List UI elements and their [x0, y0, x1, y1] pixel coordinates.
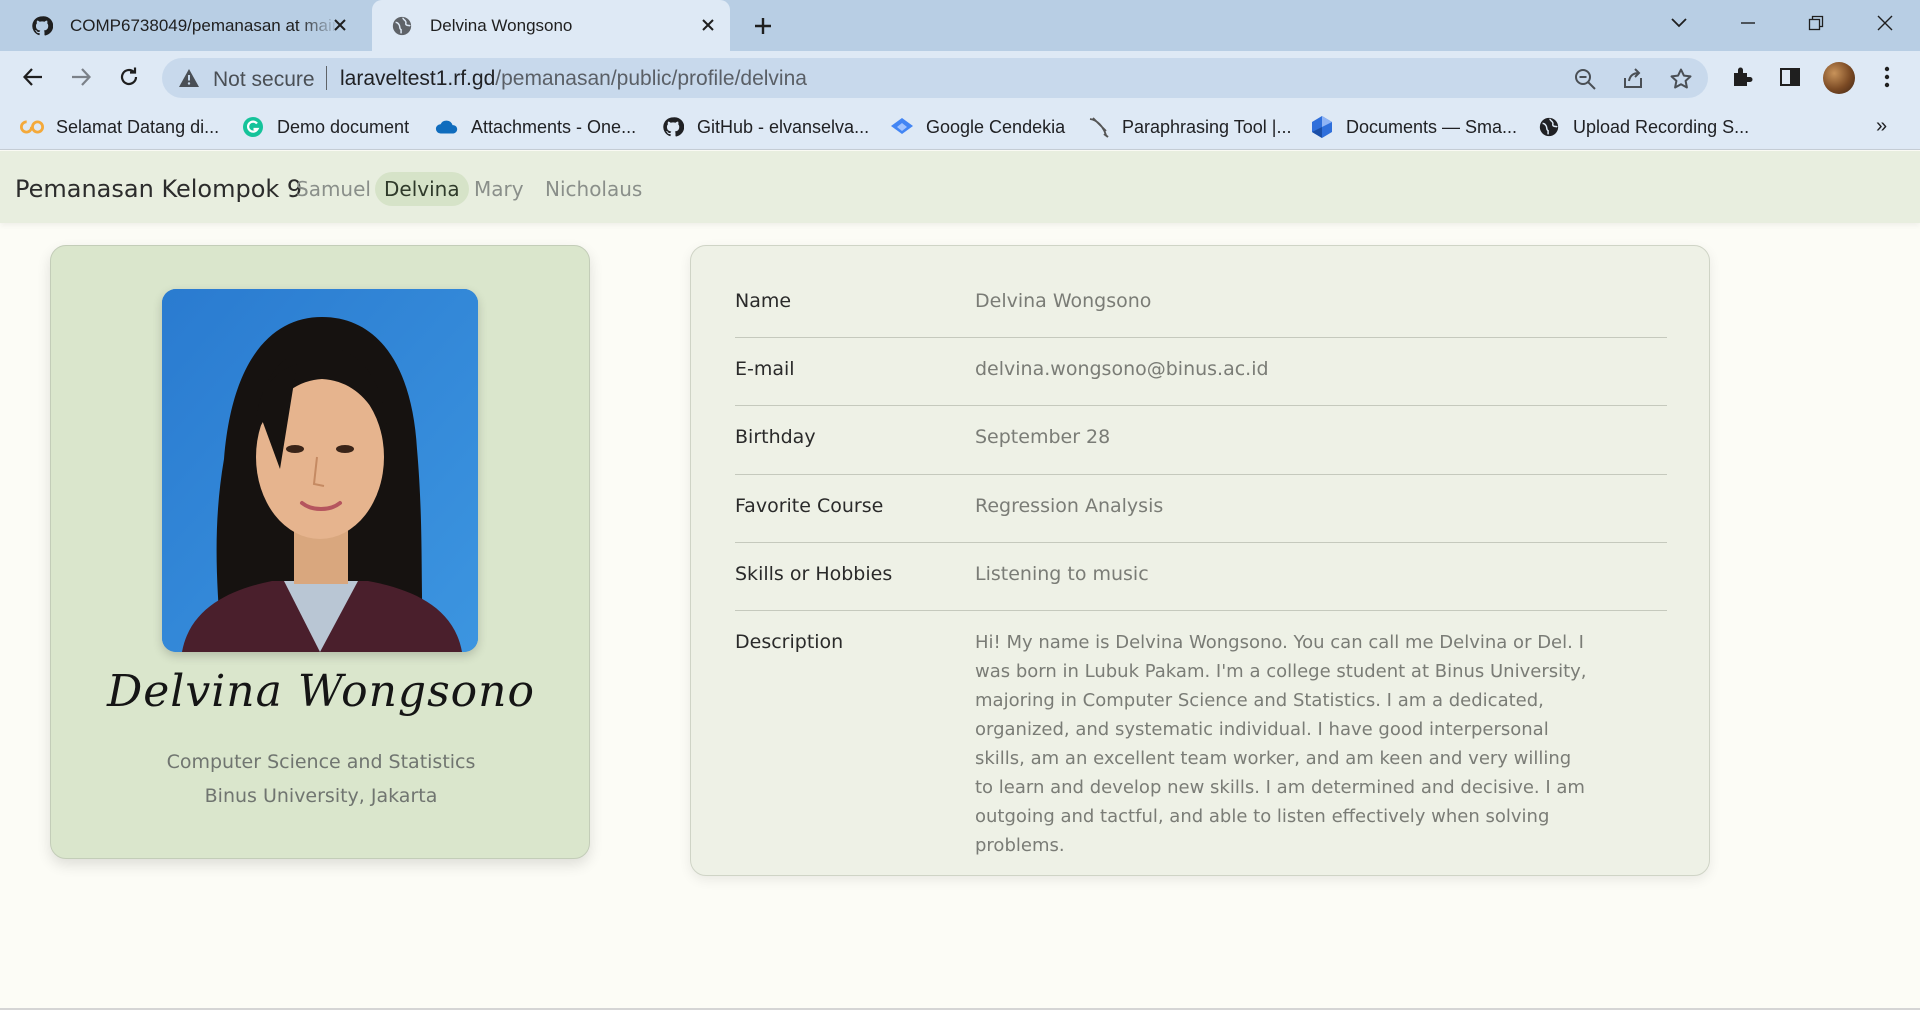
tab-title: Delvina Wongsono	[430, 15, 573, 35]
bookmark-label: Selamat Datang di...	[56, 116, 220, 137]
site-navbar: Pemanasan Kelompok 9 Samuel Delvina Mary…	[0, 151, 1920, 223]
profile-major: Computer Science and Statistics	[166, 751, 476, 773]
bookmark-item[interactable]: Upload Recording S...	[1537, 113, 1749, 141]
bookmark-label: Google Cendekia	[926, 116, 1066, 137]
detail-value: September 28	[975, 426, 1111, 448]
detail-label: Skills or Hobbies	[735, 563, 893, 585]
detail-value: Regression Analysis	[975, 495, 1164, 517]
nav-link-nicholaus[interactable]: Nicholaus	[536, 172, 651, 206]
back-arrow-icon[interactable]	[17, 61, 49, 93]
bookmark-item[interactable]: Documents — Sma...	[1310, 113, 1517, 141]
bookmark-item[interactable]: Google Cendekia	[890, 113, 1065, 141]
bookmark-item[interactable]: GitHub - elvanselva...	[661, 113, 869, 141]
detail-label: Birthday	[735, 426, 816, 448]
close-tab-icon[interactable]	[696, 13, 720, 37]
tab-search-chevron-icon[interactable]	[1664, 8, 1694, 38]
github-icon	[30, 14, 54, 38]
nav-link-delvina[interactable]: Delvina	[375, 172, 469, 206]
extensions-puzzle-icon[interactable]	[1728, 63, 1756, 91]
tab-strip: COMP6738049/pemanasan at main Delvina Wo…	[0, 0, 1920, 51]
details-card: Name Delvina Wongsono E-mail delvina.won…	[690, 245, 1710, 876]
detail-label: Name	[735, 290, 792, 312]
bookmarks-overflow-icon[interactable]: »	[1876, 115, 1887, 138]
bookmark-label: Paraphrasing Tool |...	[1122, 116, 1292, 137]
scholar-icon	[890, 115, 914, 139]
new-tab-icon[interactable]	[750, 13, 776, 39]
warning-triangle-icon[interactable]	[178, 68, 200, 88]
reload-icon[interactable]	[113, 61, 145, 93]
detail-label: Description	[735, 631, 844, 653]
globe-icon	[1537, 115, 1561, 139]
bookmark-label: Demo document	[277, 116, 410, 137]
globe-icon	[390, 14, 414, 38]
tab-github[interactable]: COMP6738049/pemanasan at main	[8, 0, 362, 51]
close-window-icon[interactable]	[1870, 8, 1900, 38]
bookmark-item[interactable]: Selamat Datang di...	[20, 113, 219, 141]
profile-photo	[162, 289, 478, 652]
detail-value: Listening to music	[975, 563, 1149, 585]
profile-card: Delvina Wongsono Computer Science and St…	[50, 245, 590, 859]
side-panel-icon[interactable]	[1776, 63, 1804, 91]
restore-icon[interactable]	[1801, 8, 1831, 38]
nav-link-samuel[interactable]: Samuel	[287, 172, 380, 206]
detail-value: delvina.wongsono@binus.ac.id	[975, 358, 1269, 380]
github-icon	[661, 115, 685, 139]
forward-arrow-icon[interactable]	[65, 61, 97, 93]
bookmark-item[interactable]: Paraphrasing Tool |...	[1086, 113, 1291, 141]
profile-avatar[interactable]	[1823, 62, 1855, 94]
url-path: /pemanasan/public/profile/delvina	[495, 67, 807, 90]
bookmark-star-icon[interactable]	[1668, 66, 1694, 92]
bookmark-label: GitHub - elvanselva...	[697, 116, 870, 137]
tab-title: COMP6738049/pemanasan at main	[70, 15, 338, 35]
security-label[interactable]: Not secure	[213, 68, 315, 92]
browser-toolbar: Not secure laraveltest1.rf.gd/pemanasan/…	[0, 51, 1920, 104]
detail-row-description: Description Hi! My name is Delvina Wongs…	[735, 611, 1667, 856]
detail-value: Delvina Wongsono	[975, 290, 1152, 312]
co-logo-icon	[20, 115, 44, 139]
smallpdf-icon	[1310, 115, 1334, 139]
url-host: laraveltest1.rf.gd	[340, 67, 496, 90]
bookmark-label: Upload Recording S...	[1573, 116, 1750, 137]
onedrive-cloud-icon	[435, 115, 459, 139]
detail-row-skills: Skills or Hobbies Listening to music	[735, 543, 1667, 611]
close-tab-icon[interactable]	[328, 13, 352, 37]
bookmark-label: Documents — Sma...	[1346, 116, 1518, 137]
detail-row-birthday: Birthday September 28	[735, 406, 1667, 475]
share-icon[interactable]	[1620, 66, 1646, 92]
detail-row-name: Name Delvina Wongsono	[735, 279, 1667, 338]
grammarly-icon	[241, 115, 265, 139]
detail-value: Hi! My name is Delvina Wongsono. You can…	[975, 632, 1587, 856]
detail-row-email: E-mail delvina.wongsono@binus.ac.id	[735, 338, 1667, 406]
detail-label: Favorite Course	[735, 495, 884, 517]
address-bar[interactable]: Not secure laraveltest1.rf.gd/pemanasan/…	[162, 58, 1708, 98]
bookmarks-bar: Selamat Datang di... Demo document Attac…	[0, 104, 1920, 150]
bookmark-item[interactable]: Demo document	[241, 113, 409, 141]
zoom-out-icon[interactable]	[1572, 66, 1598, 92]
tab-profile[interactable]: Delvina Wongsono	[372, 0, 730, 51]
quill-icon	[1086, 115, 1110, 139]
detail-label: E-mail	[735, 358, 795, 380]
detail-row-favorite-course: Favorite Course Regression Analysis	[735, 475, 1667, 543]
site-brand[interactable]: Pemanasan Kelompok 9	[15, 175, 302, 203]
nav-link-mary[interactable]: Mary	[465, 172, 533, 206]
profile-university: Binus University, Jakarta	[204, 785, 438, 807]
more-menu-icon[interactable]	[1873, 63, 1901, 91]
bookmark-label: Attachments - One...	[471, 116, 637, 137]
profile-name: Delvina Wongsono	[106, 666, 535, 717]
bookmark-item[interactable]: Attachments - One...	[435, 113, 636, 141]
url-text[interactable]: laraveltest1.rf.gd/pemanasan/public/prof…	[340, 67, 807, 91]
minimize-icon[interactable]	[1733, 8, 1763, 38]
address-divider	[326, 66, 327, 90]
